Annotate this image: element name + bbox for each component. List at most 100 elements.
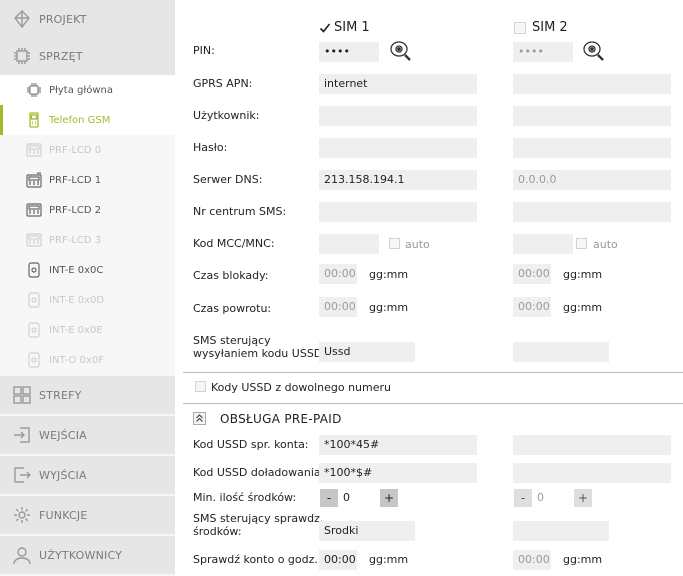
sms-check-label-line1: SMS sterujący sprawdz.	[193, 512, 324, 525]
sim1-password-input[interactable]	[319, 138, 477, 158]
keypad-wireless-icon	[26, 172, 42, 188]
sim2-return-time-input[interactable]: 00:00	[513, 297, 551, 317]
sms-ussd-label-line2: wysyłaniem kodu USSD:	[193, 347, 326, 360]
sidebar-section-projekt[interactable]: PROJEKT	[0, 0, 175, 38]
sim2-sms-check-input[interactable]	[513, 521, 609, 541]
sim2-ussd-topup-input[interactable]	[513, 463, 671, 483]
sidebar-section-wejscia[interactable]: WEJŚCIA	[0, 416, 175, 454]
sim1-lock-time-input[interactable]: 00:00	[319, 264, 357, 284]
sim2-mcc-auto-checkbox[interactable]	[576, 238, 587, 249]
sim2-sms-center-input[interactable]	[513, 202, 671, 222]
show-pin-sim1-icon[interactable]	[390, 40, 412, 62]
sim1-return-time-unit: gg:mm	[369, 301, 409, 314]
ussd-check-label: Kod USSD spr. konta:	[193, 438, 309, 451]
sim2-sms-ussd-input[interactable]	[513, 342, 609, 362]
show-pin-sim2-icon[interactable]	[583, 40, 605, 62]
sim1-checkbox[interactable]	[319, 22, 331, 37]
sidebar-section-uzytkownicy[interactable]: UŻYTKOWNICY	[0, 536, 175, 574]
sim1-mcc-auto-checkbox[interactable]	[389, 238, 400, 249]
sim1-dns-input[interactable]: 213.158.194.1	[319, 170, 477, 190]
sidebar-section-strefy[interactable]: STREFY	[0, 376, 175, 414]
sim2-min-funds-increment-button[interactable]: +	[574, 489, 592, 507]
zones-icon	[12, 385, 32, 405]
ussd-topup-label: Kod USSD doładowania:	[193, 466, 325, 479]
sim1-user-input[interactable]	[319, 106, 477, 126]
sim2-checkbox[interactable]	[514, 22, 526, 34]
sim2-ussd-check-input[interactable]	[513, 435, 671, 455]
sidebar-item-int-o-0x0f[interactable]: INT-O 0x0F	[0, 345, 175, 375]
prepaid-section-title: OBSŁUGA PRE-PAID	[220, 412, 342, 426]
ussd-any-number-checkbox[interactable]	[195, 381, 206, 392]
sim1-apn-input[interactable]: internet	[319, 74, 477, 94]
sim1-min-funds-decrement-button[interactable]: -	[320, 489, 338, 507]
sim2-apn-input[interactable]	[513, 74, 671, 94]
outputs-icon	[12, 465, 32, 485]
sim1-return-time-input[interactable]: 00:00	[319, 297, 357, 317]
password-label: Hasło:	[193, 141, 228, 154]
sidebar-item-int-e-0x0e[interactable]: INT-E 0x0E	[0, 315, 175, 345]
sim1-pin-input[interactable]: ••••	[319, 42, 379, 62]
module-icon	[26, 352, 42, 368]
sim2-user-input[interactable]	[513, 106, 671, 126]
sim2-min-funds-decrement-button[interactable]: -	[514, 489, 532, 507]
sim2-password-input[interactable]	[513, 138, 671, 158]
sim2-check-at-input[interactable]: 00:00	[513, 550, 551, 570]
sim1-check-at-input[interactable]: 00:00	[319, 550, 357, 570]
sidebar-item-prf-lcd-2[interactable]: PRF-LCD 2	[0, 195, 175, 225]
sidebar-item-int-e-0x0c[interactable]: INT-E 0x0C	[0, 255, 175, 285]
sidebar-item-plyta-glowna[interactable]: Płyta główna	[0, 75, 175, 105]
sim2-mcc-input[interactable]	[513, 234, 573, 254]
user-icon	[12, 545, 32, 565]
dns-label: Serwer DNS:	[193, 173, 263, 186]
sim1-mcc-auto-label: auto	[405, 238, 430, 251]
sim2-lock-time-input[interactable]: 00:00	[513, 264, 551, 284]
sim1-ussd-topup-input[interactable]: *100*$#	[319, 463, 477, 483]
apn-label: GPRS APN:	[193, 77, 253, 90]
gear-icon	[12, 505, 32, 525]
sim1-check-at-unit: gg:mm	[369, 553, 409, 566]
sim1-sms-ussd-input[interactable]: Ussd	[319, 342, 415, 362]
sim1-mcc-input[interactable]	[319, 234, 379, 254]
inputs-icon	[12, 425, 32, 445]
sim1-min-funds-increment-button[interactable]: +	[380, 489, 398, 507]
gsm-settings-panel: SIM 1 SIM 2 PIN: •••• •••• GPRS APN: int…	[175, 0, 683, 576]
keypad-icon	[26, 232, 42, 248]
mcc-mnc-label: Kod MCC/MNC:	[193, 237, 275, 250]
min-funds-label: Min. ilość środków:	[193, 491, 297, 504]
sim1-lock-time-unit: gg:mm	[369, 268, 409, 281]
module-icon	[26, 262, 42, 278]
module-icon	[26, 292, 42, 308]
sidebar-section-funkcje[interactable]: FUNKCJE	[0, 496, 175, 534]
sms-check-label-line2: środków:	[193, 525, 242, 538]
sidebar-item-prf-lcd-0[interactable]: PRF-LCD 0	[0, 135, 175, 165]
sim2-mcc-auto-label: auto	[593, 238, 618, 251]
sidebar-item-telefon-gsm[interactable]: Telefon GSM	[0, 105, 175, 135]
sim2-return-time-unit: gg:mm	[563, 301, 603, 314]
sim2-min-funds-value[interactable]: 0	[532, 488, 568, 508]
sim2-dns-input[interactable]: 0.0.0.0	[513, 170, 671, 190]
keypad-icon	[26, 142, 42, 158]
sim1-sms-check-input[interactable]: Srodki	[319, 521, 415, 541]
sms-center-label: Nr centrum SMS:	[193, 205, 287, 218]
sim2-label: SIM 2	[532, 20, 568, 35]
sim1-sms-center-input[interactable]	[319, 202, 477, 222]
check-at-label: Sprawdź konto o godz.:	[193, 553, 322, 566]
sidebar-section-wyjscia[interactable]: WYJŚCIA	[0, 456, 175, 494]
sidebar-item-prf-lcd-1[interactable]: PRF-LCD 1	[0, 165, 175, 195]
sidebar-item-prf-lcd-3[interactable]: PRF-LCD 3	[0, 225, 175, 255]
sidebar-item-int-e-0x0d[interactable]: INT-E 0x0D	[0, 285, 175, 315]
sidebar-section-sprzet[interactable]: SPRZĘT	[0, 37, 175, 75]
sms-ussd-label-line1: SMS sterujący	[193, 334, 271, 347]
sidebar: PROJEKT SPRZĘT Płyta główna Telefon GSM …	[0, 0, 175, 576]
module-icon	[26, 322, 42, 338]
lock-time-label: Czas blokady:	[193, 269, 269, 282]
ussd-any-number-label: Kody USSD z dowolnego numeru	[211, 381, 392, 394]
project-icon	[12, 9, 32, 29]
keypad-icon	[26, 202, 42, 218]
sim2-lock-time-unit: gg:mm	[563, 268, 603, 281]
sim1-min-funds-value[interactable]: 0	[338, 488, 374, 508]
sim1-ussd-check-input[interactable]: *100*45#	[319, 435, 477, 455]
sim2-pin-input[interactable]: ••••	[513, 42, 573, 62]
chip-icon	[26, 82, 42, 98]
collapse-prepaid-button[interactable]	[193, 412, 206, 425]
